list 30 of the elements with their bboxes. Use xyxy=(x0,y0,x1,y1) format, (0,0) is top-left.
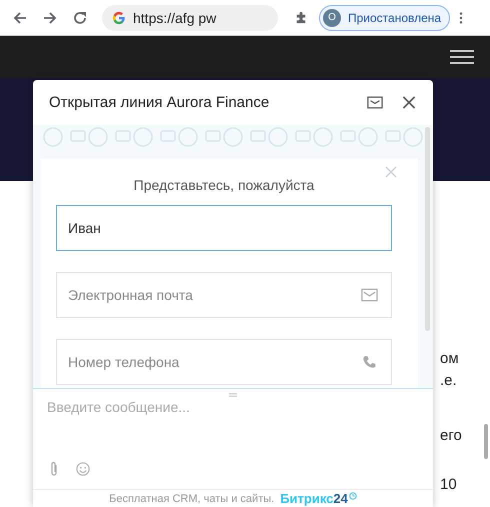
forward-icon[interactable] xyxy=(42,10,58,26)
page-text: .е. xyxy=(440,372,458,391)
envelope-icon[interactable] xyxy=(367,96,383,109)
url-text: https://afg pw xyxy=(133,10,216,26)
footer-text: Бесплатная CRM, чаты и сайты. xyxy=(109,492,274,504)
scrollbar-thumb[interactable] xyxy=(484,424,488,459)
more-icon[interactable] xyxy=(459,10,464,24)
avatar-icon: О xyxy=(323,8,341,26)
clock-icon xyxy=(348,492,357,500)
resize-handle-icon[interactable] xyxy=(229,393,237,397)
input-field[interactable]: Номер телефона xyxy=(56,339,392,385)
profile-status: Приостановлена xyxy=(348,10,442,24)
chat-title: Открытая линия Aurora Finance xyxy=(49,94,270,111)
close-icon[interactable] xyxy=(401,96,417,109)
form-title: Представьтесь, пожалуйста xyxy=(132,177,316,193)
reload-icon[interactable] xyxy=(72,10,88,26)
back-icon[interactable] xyxy=(12,10,28,26)
menu-icon[interactable] xyxy=(450,50,474,64)
envelope-icon xyxy=(361,288,378,302)
scrollbar-thumb[interactable] xyxy=(425,127,430,331)
page-text: его xyxy=(440,427,463,446)
address-bar[interactable]: https://afg pw xyxy=(102,4,278,30)
profile-button[interactable]: О Приостановлена xyxy=(319,4,450,30)
input-field[interactable]: Электронная почта xyxy=(56,272,392,318)
input-field[interactable]: Иван xyxy=(56,205,392,251)
google-icon xyxy=(112,10,126,24)
phone-icon xyxy=(361,355,378,369)
page-text: ом xyxy=(440,350,460,369)
brand-link[interactable]: Битрикс24 xyxy=(280,491,348,506)
page-text: 10 xyxy=(440,476,458,495)
